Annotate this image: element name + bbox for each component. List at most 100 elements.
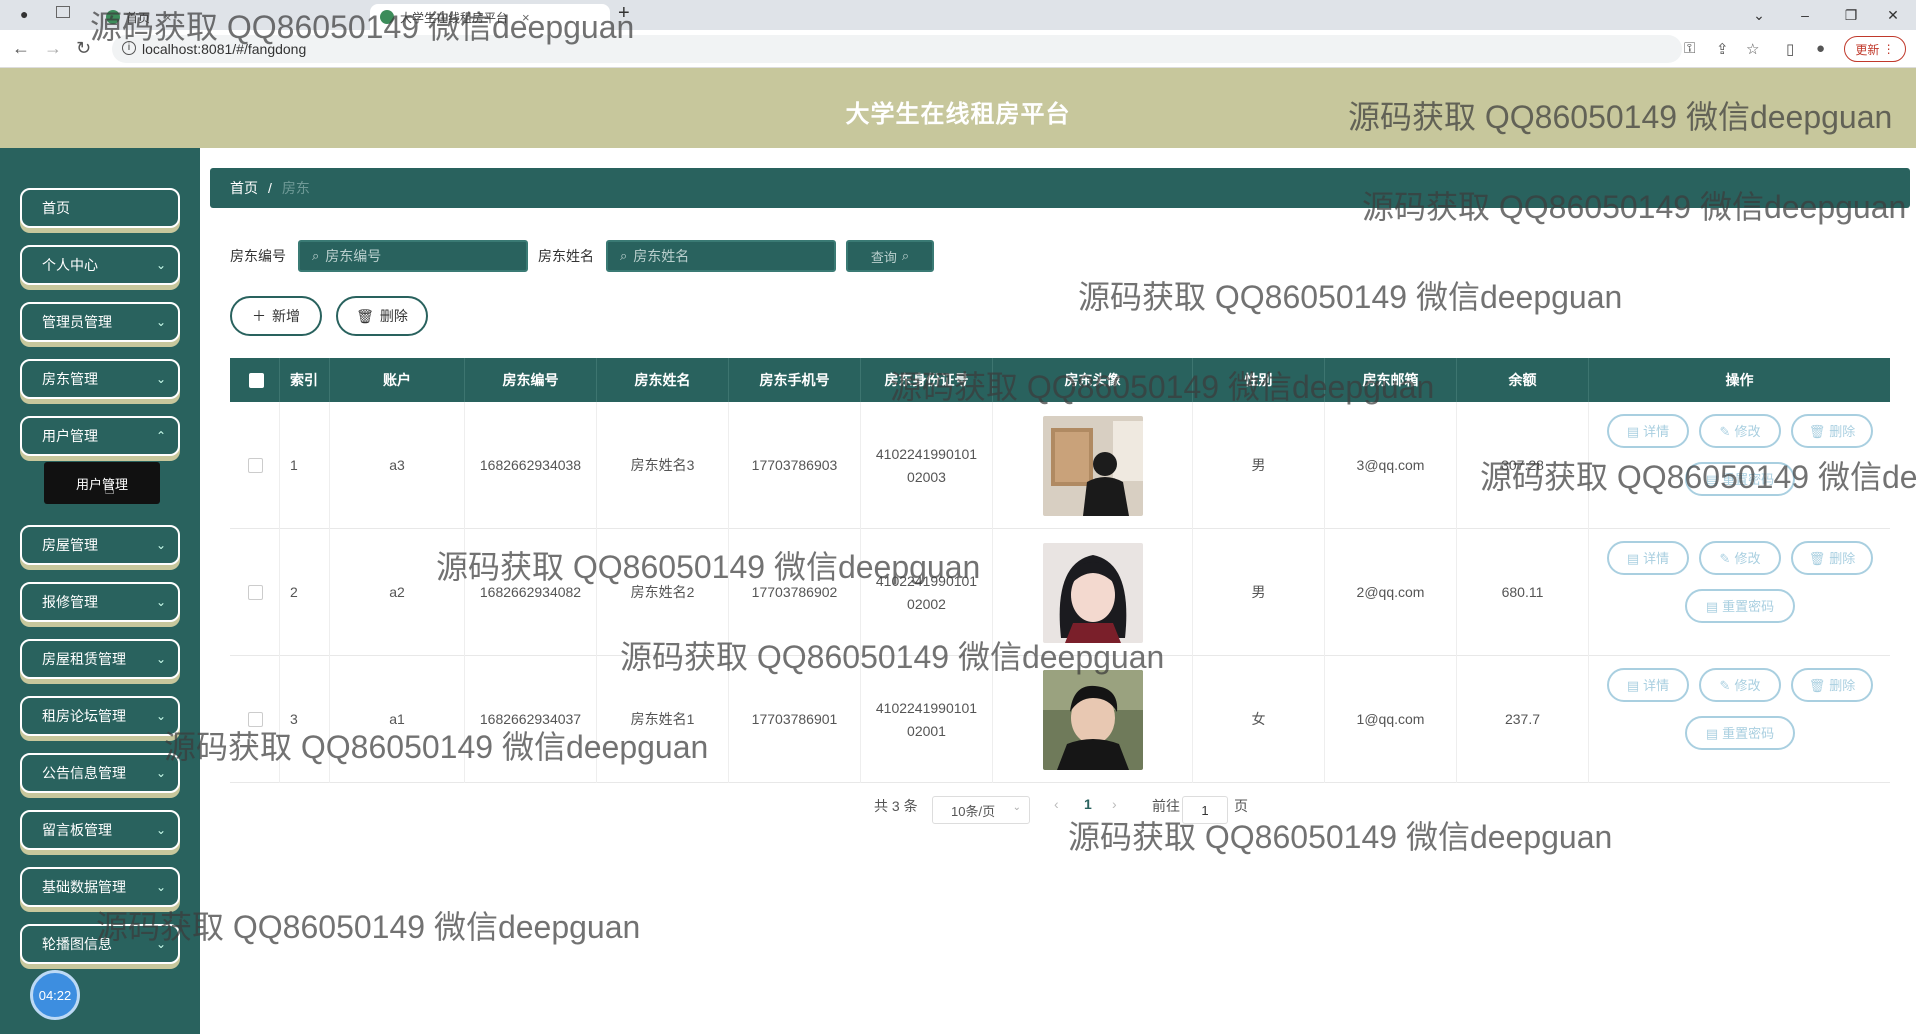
sidebar-item-house[interactable]: 房屋管理 ⌄ bbox=[20, 525, 180, 565]
cell-balance: 307.28 bbox=[1457, 402, 1589, 529]
sidebar-item-notice[interactable]: 公告信息管理 ⌄ bbox=[20, 753, 180, 793]
sidebar-item-rental[interactable]: 房屋租赁管理 ⌄ bbox=[20, 639, 180, 679]
col-index: 索引 bbox=[280, 358, 330, 402]
key-icon[interactable]: ⚿ bbox=[1684, 40, 1695, 57]
idcard-line1: 4102241990101 bbox=[875, 445, 978, 462]
row-checkbox[interactable] bbox=[248, 585, 263, 600]
idcard-line1: 4102241990101 bbox=[875, 572, 978, 589]
sidebar-item-carousel[interactable]: 轮播图信息 ⌄ bbox=[20, 924, 180, 964]
col-actions: 操作 bbox=[1725, 372, 1754, 388]
restore-icon[interactable]: ❐ bbox=[1828, 0, 1874, 30]
detail-button[interactable]: ▤ 详情 bbox=[1607, 414, 1689, 448]
sidebar-item-message[interactable]: 留言板管理 ⌄ bbox=[20, 810, 180, 850]
row-checkbox[interactable] bbox=[248, 712, 263, 727]
cell-idcard: 4102241990101 02003 bbox=[861, 402, 993, 529]
sidebar-item-landlord[interactable]: 房东管理 ⌄ bbox=[20, 359, 180, 399]
row-delete-button[interactable]: 🗑 删除 bbox=[1791, 668, 1873, 702]
profile-icon[interactable]: ● bbox=[1816, 40, 1825, 57]
chevron-down-icon: ⌄ bbox=[155, 880, 166, 894]
avatar-photo[interactable] bbox=[1042, 415, 1143, 516]
cell-email: 2@qq.com bbox=[1325, 529, 1457, 656]
tab-home[interactable]: 首页 × bbox=[96, 4, 296, 30]
edit-button[interactable]: ✎ 修改 bbox=[1699, 668, 1781, 702]
detail-button[interactable]: ▤ 详情 bbox=[1607, 541, 1689, 575]
sidebar-item-forum[interactable]: 租房论坛管理 ⌄ bbox=[20, 696, 180, 736]
reset-password-button[interactable]: ▤ 重置密码 bbox=[1685, 716, 1795, 750]
bookmark-star-icon[interactable]: ☆ bbox=[1746, 40, 1759, 58]
delete-button[interactable]: 🗑 删除 bbox=[336, 296, 428, 336]
goto-page-input[interactable]: 1 bbox=[1182, 796, 1228, 824]
sidebar-item-label: 公告信息管理 bbox=[42, 765, 126, 781]
row-checkbox[interactable] bbox=[248, 458, 263, 473]
tab-list-icon[interactable]: ⌄ bbox=[1736, 0, 1782, 30]
reset-icon: ▤ bbox=[1705, 471, 1719, 487]
close-tab-icon[interactable]: × bbox=[522, 10, 530, 25]
sidebar-item-home[interactable]: 首页 bbox=[20, 188, 180, 228]
sidebar-item-user[interactable]: 用户管理 ⌃ bbox=[20, 416, 180, 456]
sidebar-toggle-icon[interactable] bbox=[56, 6, 70, 18]
landlord-name-input[interactable]: ⌕ 房东姓名 bbox=[606, 240, 836, 272]
avatar-photo[interactable] bbox=[1042, 542, 1143, 643]
row-delete-button[interactable]: 🗑 删除 bbox=[1791, 414, 1873, 448]
page-number-current[interactable]: 1 bbox=[1084, 796, 1092, 812]
breadcrumb-current: 房东 bbox=[281, 180, 310, 196]
pagination-total: 共 3 条 bbox=[874, 798, 918, 814]
tab-platform[interactable]: 大学生在线租房平台 × bbox=[370, 4, 610, 30]
edit-button[interactable]: ✎ 修改 bbox=[1699, 541, 1781, 575]
sidebar-item-basedata[interactable]: 基础数据管理 ⌄ bbox=[20, 867, 180, 907]
landlord-id-input[interactable]: ⌕ 房东编号 bbox=[298, 240, 528, 272]
back-icon[interactable]: ← bbox=[12, 38, 30, 59]
url-field[interactable]: i localhost:8081/#/fangdong bbox=[112, 35, 1682, 63]
detail-button[interactable]: ▤ 详情 bbox=[1607, 668, 1689, 702]
sidebar-item-repair[interactable]: 报修管理 ⌄ bbox=[20, 582, 180, 622]
submenu-user-management[interactable]: 用户管理 bbox=[44, 462, 160, 504]
sidebar-item-profile[interactable]: 个人中心 ⌄ bbox=[20, 245, 180, 285]
update-button[interactable]: 更新 ⋮ bbox=[1844, 36, 1906, 62]
select-all-cell bbox=[230, 358, 280, 402]
tab-home-label: 首页 bbox=[126, 10, 151, 25]
side-panel-icon[interactable]: ▯ bbox=[1786, 40, 1794, 58]
cell-landlord-name: 房东姓名3 bbox=[597, 402, 729, 529]
edit-button[interactable]: ✎ 修改 bbox=[1699, 414, 1781, 448]
reset-password-button[interactable]: ▤ 重置密码 bbox=[1685, 589, 1795, 623]
cell-actions: ▤ 详情 ✎ 修改 🗑 删除 ▤ 重置密码 bbox=[1589, 529, 1890, 656]
new-tab-icon[interactable]: + bbox=[618, 2, 630, 25]
reload-icon[interactable]: ↻ bbox=[76, 38, 91, 59]
breadcrumb-home[interactable]: 首页 bbox=[230, 178, 258, 198]
add-button[interactable]: ＋ 新增 bbox=[230, 296, 322, 336]
avatar-photo[interactable] bbox=[1042, 669, 1143, 770]
address-bar-row: ← → ↻ i localhost:8081/#/fangdong ⚿ ⇪ ☆ … bbox=[0, 30, 1916, 68]
browser-menu-icon[interactable]: ● bbox=[20, 6, 28, 22]
query-button[interactable]: 查询 ⌕ bbox=[846, 240, 934, 272]
close-tab-icon[interactable]: × bbox=[164, 10, 172, 25]
reset-label: 重置密码 bbox=[1722, 598, 1775, 614]
row-delete-button[interactable]: 🗑 删除 bbox=[1791, 541, 1873, 575]
edit-icon: ✎ bbox=[1719, 677, 1731, 693]
site-info-icon[interactable]: i bbox=[122, 41, 136, 55]
minimize-icon[interactable]: – bbox=[1782, 0, 1828, 30]
col-avatar: 房东头像 bbox=[993, 358, 1193, 402]
col-balance: 余额 bbox=[1457, 358, 1589, 402]
page-unit-label: 页 bbox=[1234, 798, 1248, 814]
cell-account: a1 bbox=[330, 656, 465, 783]
cell-landlord-id: 1682662934082 bbox=[465, 529, 597, 656]
sidebar: 首页 个人中心 ⌄ 管理员管理 ⌄ 房东管理 ⌄ 用户管理 ⌃ 房屋管理 ⌄ 报修管理 ⌄ … bbox=[0, 148, 200, 1034]
page-size-select[interactable]: 10条/页 ⌄ bbox=[932, 796, 1030, 824]
sidebar-item-admin[interactable]: 管理员管理 ⌄ bbox=[20, 302, 180, 342]
site-favicon-icon bbox=[380, 10, 394, 24]
reset-icon: ▤ bbox=[1705, 725, 1719, 741]
breadcrumb-separator: / bbox=[268, 180, 272, 196]
reset-password-button[interactable]: ▤ 重置密码 bbox=[1685, 462, 1795, 496]
trash-icon: 🗑 bbox=[356, 307, 374, 324]
share-icon[interactable]: ⇪ bbox=[1716, 40, 1729, 58]
close-window-icon[interactable]: ✕ bbox=[1870, 0, 1916, 30]
cell-index: 2 bbox=[280, 529, 330, 656]
select-all-checkbox[interactable] bbox=[249, 373, 264, 388]
forward-icon[interactable]: → bbox=[44, 38, 62, 59]
cell-account: a3 bbox=[330, 402, 465, 529]
sidebar-item-label: 个人中心 bbox=[42, 257, 98, 273]
col-email: 房东邮箱 bbox=[1325, 358, 1457, 402]
sidebar-item-label: 轮播图信息 bbox=[42, 936, 112, 952]
next-page-icon[interactable]: › bbox=[1112, 796, 1117, 812]
prev-page-icon[interactable]: ‹ bbox=[1054, 796, 1059, 812]
